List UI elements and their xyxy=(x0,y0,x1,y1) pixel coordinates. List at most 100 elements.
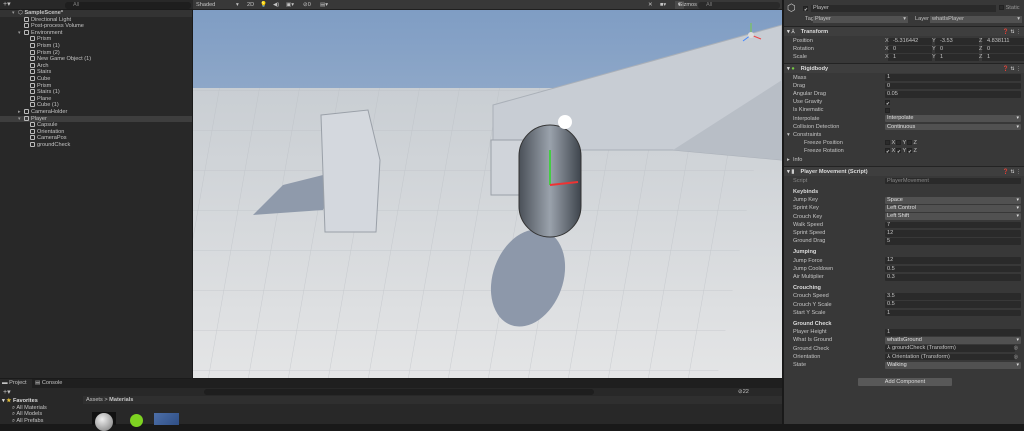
tab-project[interactable]: ▬ Project xyxy=(0,379,32,388)
effects-dropdown-icon[interactable]: ▣▾ xyxy=(286,0,294,10)
static-toggle[interactable]: Static xyxy=(999,4,1020,12)
hierarchy-item[interactable]: Post-process Volume xyxy=(0,23,192,30)
hierarchy-item[interactable]: Stairs (1) xyxy=(0,89,192,96)
value-checkbox[interactable] xyxy=(885,107,890,113)
hidden-packages-button[interactable]: ⊘22 xyxy=(738,388,749,396)
axis-toggle[interactable]: Z xyxy=(907,139,917,147)
component-menu-icon[interactable]: ❓ ⇅ ⋮ xyxy=(1003,64,1021,74)
value-dropdown[interactable]: Interpolate xyxy=(885,115,1021,123)
hierarchy-item[interactable]: Prism xyxy=(0,36,192,43)
value-field[interactable]: 0.5 xyxy=(885,301,1021,309)
scene-view[interactable]: Shaded ▾ 2D 💡 ◀) ▣▾ ⊘ 0 ▤▾ ✕ ■▾ Gizmos ▾ A… xyxy=(193,0,782,378)
value-dropdown[interactable]: Space xyxy=(885,196,1021,204)
component-header[interactable]: ▾ ⅄ Transform ❓ ⇅ ⋮ xyxy=(784,26,1024,36)
value-field[interactable]: 12 xyxy=(885,257,1021,265)
value-field[interactable]: 0.5 xyxy=(885,265,1021,273)
create-asset-button[interactable]: +▾ xyxy=(3,388,11,396)
transform-z-field[interactable]: Z 4.838111 xyxy=(979,37,1024,45)
hierarchy-item[interactable]: Stairs xyxy=(0,69,192,76)
transform-y-field[interactable]: Y0 xyxy=(932,45,979,53)
active-checkbox[interactable]: ✔ xyxy=(803,5,808,12)
hierarchy-item[interactable]: New Game Object (1) xyxy=(0,56,192,63)
favorites-header[interactable]: ▾ ★ Favorites xyxy=(2,398,38,404)
component-header[interactable]: ▾ ● Rigidbody ❓ ⇅ ⋮ xyxy=(784,62,1024,74)
axis-toggle[interactable]: ✔ X xyxy=(885,147,895,155)
axis-toggle[interactable]: Y xyxy=(896,139,906,147)
camera-settings-icon[interactable]: ▤▾ xyxy=(320,0,328,10)
value-field[interactable]: 1 xyxy=(885,309,1021,317)
transform-x-field[interactable]: X0 xyxy=(885,45,932,53)
axis-toggle[interactable]: X xyxy=(885,139,895,147)
transform-y-field[interactable]: Y1 xyxy=(932,54,979,61)
transform-z-field[interactable]: Z0 xyxy=(979,45,1024,53)
value-field[interactable]: 12 xyxy=(885,229,1021,237)
hierarchy-item[interactable]: CameraPos xyxy=(0,135,192,142)
hierarchy-item[interactable]: Prism xyxy=(0,82,192,90)
hidden-objects-button[interactable]: ⊘ 0 xyxy=(303,0,311,10)
value-field[interactable]: 3.5 xyxy=(885,293,1021,300)
transform-y-field[interactable]: Y -3.53 xyxy=(932,37,979,45)
value-dropdown[interactable]: Left Control xyxy=(885,205,1021,212)
transform-x-field[interactable]: X1 xyxy=(885,54,932,61)
transform-x-field[interactable]: X -5.316442 xyxy=(885,37,932,45)
value-dropdown[interactable]: Left Shift xyxy=(885,213,1021,221)
hierarchy-item[interactable]: Orientation xyxy=(0,128,192,136)
hierarchy-item[interactable]: ▾ Environment xyxy=(0,29,192,37)
value-field[interactable]: ⅄ Orientation (Transform) xyxy=(885,353,1018,361)
hierarchy-item[interactable]: Directional Light xyxy=(0,16,192,24)
hierarchy-item[interactable]: ▾ ⬡ SampleScene* xyxy=(0,10,192,17)
project-search-input[interactable] xyxy=(204,389,594,395)
axis-toggle[interactable]: ✔ Y xyxy=(896,147,906,155)
foldout-arrow-icon[interactable]: ▾ xyxy=(787,131,790,139)
material-thumbnail[interactable] xyxy=(154,413,179,425)
hierarchy-item[interactable]: Plane xyxy=(0,95,192,103)
scene-search-input[interactable]: All xyxy=(698,1,780,9)
breadcrumb-materials[interactable]: Materials xyxy=(109,397,133,403)
layer-dropdown[interactable]: whatIsPlayer ▾ xyxy=(930,15,1022,23)
value-field[interactable]: ⅄ groundCheck (Transform) xyxy=(885,345,1018,353)
value-field[interactable]: 7 xyxy=(885,221,1021,229)
value-field[interactable]: 0.05 xyxy=(885,90,1021,98)
value-dropdown[interactable]: whatIsGround xyxy=(885,337,1021,344)
hierarchy-item[interactable]: ▾ Player xyxy=(0,115,192,123)
foldout-arrow-icon[interactable]: ▸ xyxy=(787,156,790,164)
field-label[interactable]: Constraints xyxy=(793,131,821,139)
tag-dropdown[interactable]: Player ▾ xyxy=(813,15,908,23)
value-dropdown[interactable]: Walking xyxy=(885,361,1021,369)
add-object-button[interactable]: +▾ xyxy=(3,0,11,10)
object-name-input[interactable]: Player xyxy=(811,4,996,12)
component-menu-icon[interactable]: ❓ ⇅ ⋮ xyxy=(1003,27,1021,37)
tools-icon[interactable]: ✕ xyxy=(648,0,653,10)
audio-toggle-icon[interactable]: ◀) xyxy=(273,0,279,10)
value-field[interactable]: 0.3 xyxy=(885,273,1021,281)
render-mode-icon[interactable]: ■▾ xyxy=(660,0,666,10)
hierarchy-item[interactable]: Capsule xyxy=(0,122,192,129)
hierarchy-item[interactable]: ▸ CameraHolder xyxy=(0,109,192,116)
component-menu-icon[interactable]: ❓ ⇅ ⋮ xyxy=(1003,167,1021,177)
transform-z-field[interactable]: Z1 xyxy=(979,54,1024,61)
value-field[interactable]: 0 xyxy=(885,82,1021,90)
hierarchy-item[interactable]: Cube (1) xyxy=(0,102,192,109)
material-thumbnail[interactable] xyxy=(130,414,143,427)
component-header[interactable]: ▾ ▮ Player Movement (Script) ❓ ⇅ ⋮ xyxy=(784,165,1024,177)
favorite-all-prefabs[interactable]: ⌕ All Prefabs xyxy=(12,418,43,425)
add-component-button[interactable]: Add Component xyxy=(858,378,952,386)
value-field[interactable]: 1 xyxy=(885,74,1021,82)
material-thumbnail[interactable] xyxy=(92,412,116,431)
value-field[interactable]: 1 xyxy=(885,328,1021,336)
lighting-toggle-icon[interactable]: 💡 xyxy=(260,0,267,10)
hierarchy-item[interactable]: Arch xyxy=(0,62,192,70)
hierarchy-item[interactable]: Cube xyxy=(0,76,192,83)
hierarchy-item[interactable]: Prism (2) xyxy=(0,49,192,57)
value-checkbox[interactable]: ✔ xyxy=(885,99,890,106)
value-field[interactable]: 5 xyxy=(885,237,1021,245)
field-label[interactable]: Info xyxy=(793,156,802,164)
hierarchy-search-input[interactable]: All xyxy=(65,2,191,9)
scene-viewport[interactable] xyxy=(193,10,782,378)
axis-toggle[interactable]: ✔ Z xyxy=(907,147,917,155)
breadcrumb-assets[interactable]: Assets xyxy=(86,397,103,403)
tab-console[interactable]: ▤ Console xyxy=(35,379,62,388)
toggle-2d-button[interactable]: 2D xyxy=(247,0,254,10)
value-dropdown[interactable]: Continuous xyxy=(885,123,1021,131)
hierarchy-item[interactable]: Prism (1) xyxy=(0,43,192,50)
